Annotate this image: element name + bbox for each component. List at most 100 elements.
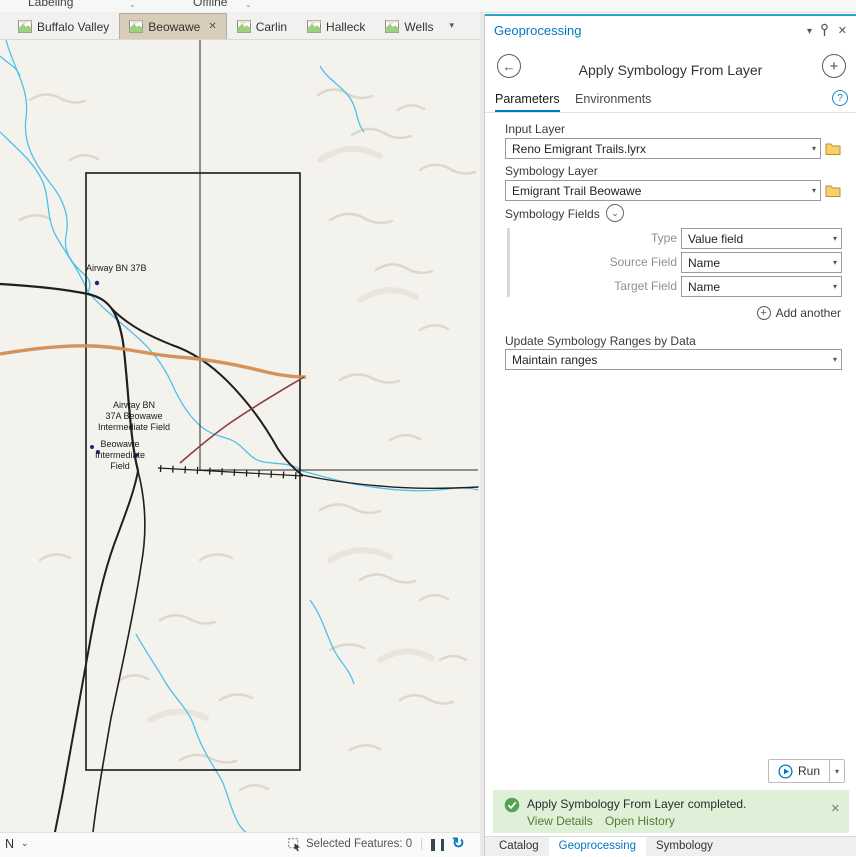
plus-icon: +: [830, 58, 839, 75]
pin-icon[interactable]: [819, 23, 830, 37]
map-tab-buffalo-valley[interactable]: Buffalo Valley: [8, 13, 119, 39]
map-tab-wells[interactable]: Wells: [375, 13, 443, 39]
help-button[interactable]: ?: [832, 90, 848, 106]
back-arrow-icon: ←: [503, 59, 516, 74]
source-field-value: Name: [688, 256, 720, 270]
map-icon: [237, 20, 251, 33]
type-label: Type: [525, 231, 677, 245]
tab-environments[interactable]: Environments: [575, 92, 651, 110]
help-icon: ?: [837, 92, 843, 104]
close-pane-icon[interactable]: ✕: [838, 24, 847, 37]
tab-symbology[interactable]: Symbology: [646, 837, 723, 856]
add-another-button[interactable]: + Add another: [757, 306, 841, 320]
maroon-trail-line: [180, 377, 304, 463]
map-icon: [129, 20, 143, 33]
collapse-symbology-fields-button[interactable]: ⌄: [606, 204, 624, 222]
open-history-link[interactable]: Open History: [605, 814, 675, 828]
tab-overflow-chevron-icon[interactable]: ▾: [450, 20, 455, 31]
arcgis-pro-window: Labeling ⌄ Offline ⌄ Buffalo Valley Beow…: [0, 0, 856, 856]
map-icon: [307, 20, 321, 33]
update-ranges-label: Update Symbology Ranges by Data: [505, 334, 696, 348]
map-icon: [385, 20, 399, 33]
browse-input-layer-button[interactable]: [824, 140, 842, 157]
tab-catalog[interactable]: Catalog: [489, 837, 549, 856]
open-another-tool-button[interactable]: +: [822, 54, 846, 78]
success-check-icon: [504, 797, 520, 813]
railroad: [158, 468, 303, 476]
coordinate-readout: N: [5, 837, 14, 851]
map-label: Airway BN: [113, 400, 155, 410]
symbology-layer-select[interactable]: Emigrant Trail Beowawe ▾: [505, 180, 821, 201]
notification-message: Apply Symbology From Layer completed.: [527, 797, 746, 811]
back-button[interactable]: ←: [497, 54, 521, 78]
symbology-layer-value: Emigrant Trail Beowawe: [512, 184, 641, 198]
ribbon-group-offline[interactable]: Offline: [193, 0, 227, 9]
type-select[interactable]: Value field ▾: [681, 228, 842, 249]
map-tab-halleck[interactable]: Halleck: [297, 13, 375, 39]
map-canvas: Airway BN 37B Airway BN 37A Beowawe Inte…: [0, 40, 480, 832]
chevron-down-icon: ⌄: [611, 208, 619, 219]
chevron-down-icon: ▾: [833, 355, 837, 364]
map-tab-label: Buffalo Valley: [37, 20, 109, 34]
pane-menu-chevron-icon[interactable]: ▾: [807, 26, 812, 37]
pane-tab-strip: Catalog Geoprocessing Symbology: [485, 836, 856, 856]
divider: [485, 112, 856, 113]
coordinate-units-chevron-icon[interactable]: ⌄: [21, 838, 29, 849]
pause-drawing-button[interactable]: [431, 839, 444, 854]
input-layer-value: Reno Emigrant Trails.lyrx: [512, 142, 646, 156]
separator: |: [420, 836, 423, 850]
pause-icon: [431, 839, 435, 851]
map-tab-label: Wells: [404, 20, 433, 34]
dialog-launcher-icon[interactable]: ⌄: [245, 0, 252, 9]
map-label: Intermediate Field: [98, 422, 170, 432]
plus-icon: +: [757, 306, 771, 320]
run-button[interactable]: Run: [768, 759, 830, 783]
source-field-select[interactable]: Name ▾: [681, 252, 842, 273]
run-label: Run: [798, 764, 820, 778]
run-options-dropdown[interactable]: ▾: [830, 759, 845, 783]
view-details-link[interactable]: View Details: [527, 814, 593, 828]
map-tab-label: Beowawe: [148, 20, 200, 34]
refresh-icon[interactable]: ↻: [452, 834, 465, 852]
selected-features-count[interactable]: Selected Features: 0: [306, 838, 412, 850]
map-view[interactable]: Airway BN 37B Airway BN 37A Beowawe Inte…: [0, 40, 480, 832]
map-labels: Airway BN 37B Airway BN 37A Beowawe Inte…: [86, 263, 170, 471]
symbology-layer-label: Symbology Layer: [505, 164, 598, 178]
chevron-down-icon: ▾: [833, 234, 837, 243]
status-bar: N ⌄ Selected Features: 0 | ↻: [0, 832, 480, 857]
folder-icon: [825, 142, 841, 155]
ribbon-group-labeling[interactable]: Labeling: [28, 0, 73, 9]
map-tab-carlin[interactable]: Carlin: [227, 13, 297, 39]
group-indent-bar: [507, 228, 510, 297]
dialog-launcher-icon[interactable]: ⌄: [129, 0, 136, 9]
folder-icon: [825, 184, 841, 197]
close-notification-icon[interactable]: ✕: [831, 802, 840, 815]
tab-parameters[interactable]: Parameters: [495, 92, 560, 112]
chevron-down-icon: ▾: [812, 144, 816, 153]
run-button-group: Run ▾: [768, 759, 845, 783]
input-layer-label: Input Layer: [505, 122, 565, 136]
map-tab-label: Carlin: [256, 20, 287, 34]
chevron-down-icon: ▾: [833, 282, 837, 291]
close-tab-icon[interactable]: ✕: [208, 21, 216, 32]
map-label: Airway BN 37B: [86, 263, 147, 273]
terrain-hills: [150, 149, 432, 720]
update-ranges-select[interactable]: Maintain ranges ▾: [505, 349, 842, 370]
input-layer-select[interactable]: Reno Emigrant Trails.lyrx ▾: [505, 138, 821, 159]
symbology-fields-label: Symbology Fields: [505, 207, 600, 221]
chevron-down-icon: ▾: [833, 258, 837, 267]
source-field-label: Source Field: [525, 255, 677, 269]
update-ranges-value: Maintain ranges: [512, 353, 597, 367]
tool-title: Apply Symbology From Layer: [527, 62, 814, 78]
chevron-down-icon: ▾: [835, 767, 839, 776]
map-tab-beowawe[interactable]: Beowawe ✕: [119, 13, 226, 39]
target-field-select[interactable]: Name ▾: [681, 276, 842, 297]
browse-symbology-layer-button[interactable]: [824, 182, 842, 199]
target-field-label: Target Field: [525, 279, 677, 293]
tab-geoprocessing[interactable]: Geoprocessing: [549, 837, 646, 856]
map-label: Field: [110, 461, 130, 471]
terrain-shading: [20, 89, 475, 790]
type-value: Value field: [688, 232, 743, 246]
completion-notification: Apply Symbology From Layer completed. Vi…: [493, 790, 849, 833]
pane-title: Geoprocessing: [494, 23, 581, 38]
